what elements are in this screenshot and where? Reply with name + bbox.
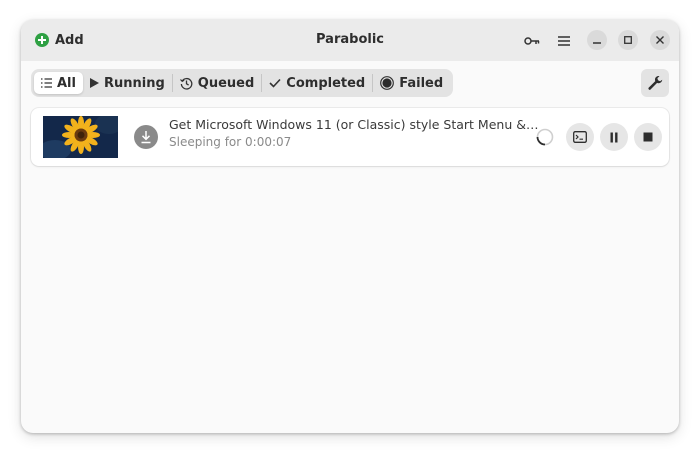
play-icon — [89, 78, 99, 88]
filter-tabs: All Running Queued Completed Failed — [31, 69, 454, 97]
stop-button[interactable] — [634, 123, 662, 151]
key-icon — [524, 37, 540, 45]
tab-running-label: Running — [103, 75, 165, 91]
window-title: Parabolic — [316, 32, 384, 47]
list-icon — [41, 78, 52, 88]
download-status-icon — [134, 125, 158, 149]
terminal-icon — [573, 131, 587, 143]
tab-queued[interactable]: Queued — [173, 72, 262, 94]
wrench-icon — [648, 76, 663, 90]
maximize-button[interactable] — [618, 30, 638, 50]
stop-icon — [643, 132, 653, 142]
download-title: Get Microsoft Windows 11 (or Classic) st… — [169, 117, 539, 132]
menu-icon — [558, 36, 570, 46]
pause-button[interactable] — [600, 123, 628, 151]
app-window: Add Parabolic All Running Queued Complet… — [21, 20, 679, 433]
minimize-icon — [593, 42, 601, 44]
sunflower-thumbnail — [43, 116, 118, 158]
tab-all[interactable]: All — [34, 72, 83, 94]
tab-running[interactable]: Running — [83, 72, 172, 94]
headerbar: Add Parabolic — [21, 20, 679, 61]
main-menu-button[interactable] — [553, 30, 575, 52]
preferences-button[interactable] — [641, 69, 669, 97]
close-button[interactable] — [650, 30, 670, 50]
tab-all-label: All — [57, 75, 76, 91]
video-thumbnail — [43, 116, 118, 158]
check-icon — [269, 78, 281, 88]
download-icon — [141, 131, 151, 144]
maximize-icon — [624, 36, 632, 44]
tab-failed[interactable]: Failed — [373, 72, 450, 94]
pause-icon — [610, 132, 618, 142]
tab-completed[interactable]: Completed — [262, 72, 372, 94]
download-row: Get Microsoft Windows 11 (or Classic) st… — [31, 108, 669, 166]
download-status-text: Sleeping for 0:00:07 — [169, 135, 292, 149]
key-button[interactable] — [521, 30, 543, 52]
tab-completed-label: Completed — [286, 75, 366, 91]
show-log-button[interactable] — [566, 123, 594, 151]
tab-failed-label: Failed — [399, 75, 444, 91]
failed-icon — [380, 76, 395, 90]
minimize-button[interactable] — [587, 30, 607, 50]
history-icon — [179, 77, 193, 90]
loading-spinner-icon — [536, 128, 554, 146]
tab-queued-label: Queued — [197, 75, 255, 91]
close-icon — [656, 36, 664, 44]
